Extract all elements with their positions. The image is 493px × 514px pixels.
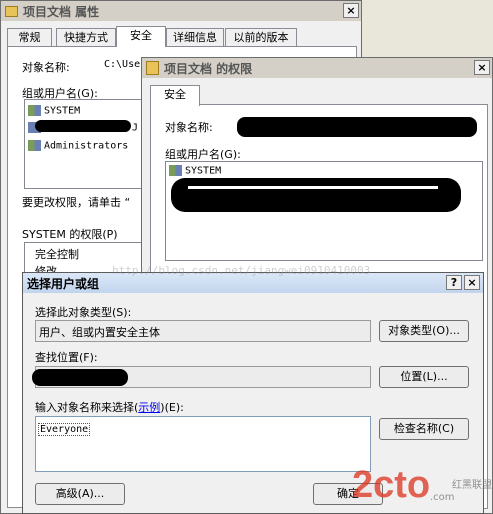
perm-item[interactable]: 完全控制 bbox=[35, 246, 79, 262]
user-item[interactable]: Administrators bbox=[28, 140, 128, 152]
dialog-title: 选择用户或组 bbox=[27, 276, 100, 291]
close-button[interactable]: × bbox=[464, 275, 480, 290]
users-icon bbox=[28, 140, 41, 151]
object-names-input[interactable]: Everyone bbox=[35, 416, 371, 472]
users-icon bbox=[169, 165, 182, 176]
location-label: 查找位置(F): bbox=[35, 351, 98, 364]
user-list[interactable]: SYSTEM J Administrators bbox=[24, 99, 144, 189]
change-permissions-text: 要更改权限，请单击 “ bbox=[22, 196, 131, 209]
properties-title: 项目文档 属性 bbox=[23, 4, 100, 19]
enter-names-label: 输入对象名称来选择(示例)(E): bbox=[35, 401, 184, 414]
group-user-label: 组或用户名(G): bbox=[165, 148, 241, 161]
selection-highlight bbox=[188, 186, 438, 189]
object-type-field: 用户、组或内置安全主体 bbox=[35, 320, 371, 342]
object-type-label: 选择此对象类型(S): bbox=[35, 306, 132, 319]
redaction bbox=[171, 178, 461, 212]
permissions-label: SYSTEM 的权限(P) bbox=[22, 228, 118, 241]
tab-security[interactable]: 安全 bbox=[150, 85, 200, 106]
user-item[interactable]: SYSTEM bbox=[169, 165, 221, 177]
user-list[interactable]: SYSTEM bbox=[165, 161, 483, 261]
properties-titlebar[interactable]: 项目文档 属性 bbox=[1, 1, 361, 21]
tab-details[interactable]: 详细信息 bbox=[166, 28, 224, 47]
object-name-value: C:\User bbox=[104, 59, 147, 70]
redaction bbox=[32, 369, 128, 386]
redaction bbox=[35, 120, 131, 132]
object-types-button[interactable]: 对象类型(O)... bbox=[379, 320, 469, 342]
tab-security[interactable]: 安全 bbox=[116, 26, 166, 47]
users-icon bbox=[28, 105, 41, 116]
folder-icon bbox=[146, 61, 159, 75]
tab-previous-versions[interactable]: 以前的版本 bbox=[225, 28, 297, 47]
folder-icon bbox=[5, 5, 18, 17]
properties-close-button[interactable]: × bbox=[343, 3, 359, 18]
object-name-label: 对象名称: bbox=[22, 61, 70, 74]
permissions-close-button[interactable]: × bbox=[474, 60, 490, 75]
permissions-title: 项目文档 的权限 bbox=[164, 61, 253, 76]
locations-button[interactable]: 位置(L)... bbox=[379, 366, 469, 388]
advanced-button[interactable]: 高级(A)... bbox=[35, 483, 125, 505]
examples-link[interactable]: 示例 bbox=[138, 401, 160, 414]
permissions-titlebar[interactable]: 项目文档 的权限 bbox=[142, 58, 492, 78]
redaction bbox=[237, 117, 477, 137]
user-item[interactable]: SYSTEM bbox=[28, 105, 80, 117]
help-button[interactable]: ? bbox=[446, 275, 462, 290]
tab-general[interactable]: 常规 bbox=[7, 28, 52, 47]
site-logo-watermark: 2cto .com 红黑联盟 bbox=[352, 464, 492, 506]
object-name-label: 对象名称: bbox=[165, 121, 213, 134]
check-names-button[interactable]: 检查名称(C) bbox=[379, 418, 469, 440]
location-field bbox=[32, 366, 371, 388]
blog-url-watermark: http://blog.csdn.net/jiangwei0910410003 bbox=[112, 264, 371, 277]
tab-shortcut[interactable]: 快捷方式 bbox=[56, 28, 116, 47]
